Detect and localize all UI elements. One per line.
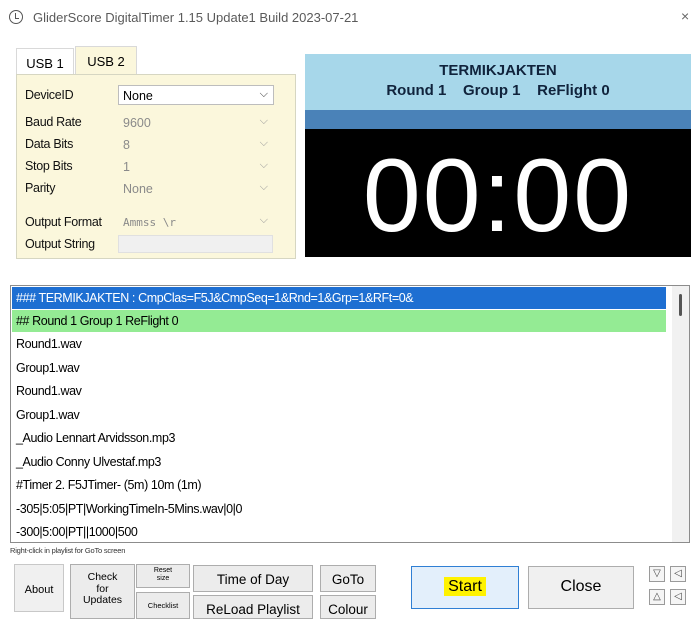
parity-value: None	[123, 182, 153, 196]
goto-button[interactable]: GoTo	[320, 565, 376, 592]
parity-label: Parity	[25, 181, 56, 195]
about-button[interactable]: About	[14, 564, 64, 612]
clock-icon	[9, 10, 23, 24]
output-format-select[interactable]: Ammss \r ⌵	[118, 211, 274, 231]
chevron-down-icon: ⌵	[259, 115, 268, 127]
playlist[interactable]: ### TERMIKJAKTEN : CmpClas=F5J&CmpSeq=1&…	[10, 285, 690, 543]
playlist-row[interactable]: _Audio Lennart Arvidsson.mp3	[12, 427, 666, 449]
device-id-label: DeviceID	[25, 88, 74, 102]
reset-size-button[interactable]: Reset size	[136, 564, 190, 588]
chevron-down-icon: ⌵	[259, 159, 268, 171]
display-band	[305, 110, 691, 129]
reload-playlist-button[interactable]: ReLoad Playlist	[193, 595, 313, 619]
playlist-row[interactable]: #Timer 2. F5JTimer- (5m) 10m (1m)	[12, 474, 666, 496]
start-button[interactable]: Start	[411, 566, 519, 609]
colour-button[interactable]: Colour	[320, 595, 376, 619]
playlist-row[interactable]: Group1.wav	[12, 404, 666, 426]
round-group-line: Round 1 Group 1 ReFlight 0	[386, 82, 610, 99]
title-bar: GliderScore DigitalTimer 1.15 Update1 Bu…	[0, 0, 694, 38]
playlist-row[interactable]: -305|5:05|PT|WorkingTimeIn-5Mins.wav|0|0	[12, 498, 666, 520]
check-updates-label-3: Updates	[82, 594, 123, 606]
playlist-scrollbar[interactable]	[672, 286, 689, 542]
device-id-value: None	[123, 89, 153, 103]
data-bits-label: Data Bits	[25, 137, 74, 151]
usb-settings-panel: DeviceID None ⌵ Baud Rate 9600 ⌵ Data Bi…	[16, 74, 296, 259]
time-of-day-button[interactable]: Time of Day	[193, 565, 313, 592]
check-updates-button[interactable]: Check for Updates	[70, 564, 135, 619]
playlist-row[interactable]: ### TERMIKJAKTEN : CmpClas=F5J&CmpSeq=1&…	[12, 287, 666, 309]
parity-select[interactable]: None ⌵	[118, 178, 274, 198]
device-id-select[interactable]: None ⌵	[118, 85, 274, 105]
baud-rate-label: Baud Rate	[25, 115, 82, 129]
playlist-row[interactable]: Group1.wav	[12, 357, 666, 379]
clock-time: 00:00	[362, 138, 634, 254]
triangle-left-icon[interactable]: ◁	[670, 589, 686, 605]
tab-usb-1[interactable]: USB 1	[16, 48, 74, 74]
baud-rate-select[interactable]: 9600 ⌵	[118, 112, 274, 132]
display-header: TERMIKJAKTEN Round 1 Group 1 ReFlight 0	[305, 54, 691, 110]
competition-name: TERMIKJAKTEN	[439, 62, 557, 79]
playlist-row[interactable]: Round1.wav	[12, 333, 666, 355]
output-string-field	[118, 235, 273, 253]
playlist-row[interactable]: _Audio Conny Ulvestaf.mp3	[12, 451, 666, 473]
stop-bits-value: 1	[123, 160, 130, 174]
checklist-button[interactable]: Checklist	[136, 592, 190, 619]
output-string-label: Output String	[25, 237, 95, 251]
data-bits-value: 8	[123, 138, 130, 152]
clock-display: 00:00	[305, 129, 691, 257]
start-label: Start	[444, 577, 486, 596]
triangle-down-icon[interactable]: ▽	[649, 566, 665, 582]
playlist-row[interactable]: Round1.wav	[12, 380, 666, 402]
baud-rate-value: 9600	[123, 116, 151, 130]
stop-bits-label: Stop Bits	[25, 159, 73, 173]
triangle-up-icon[interactable]: △	[649, 589, 665, 605]
window-close-button[interactable]: ×	[681, 8, 689, 24]
chevron-down-icon: ⌵	[259, 181, 268, 193]
reset-size-label-1: Reset	[153, 567, 173, 574]
check-updates-label-1: Check	[87, 571, 118, 583]
chevron-down-icon: ⌵	[259, 137, 268, 149]
tab-usb-2[interactable]: USB 2	[75, 46, 137, 74]
chevron-down-icon: ⌵	[259, 214, 268, 226]
scrollbar-thumb[interactable]	[679, 294, 682, 316]
playlist-hint: Right-click in playlist for GoTo screen	[10, 546, 126, 555]
triangle-left-icon[interactable]: ◁	[670, 566, 686, 582]
playlist-row[interactable]: ## Round 1 Group 1 ReFlight 0	[12, 310, 666, 332]
stop-bits-select[interactable]: 1 ⌵	[118, 156, 274, 176]
window-title: GliderScore DigitalTimer 1.15 Update1 Bu…	[33, 10, 359, 25]
data-bits-select[interactable]: 8 ⌵	[118, 134, 274, 154]
output-format-value: Ammss \r	[123, 216, 176, 229]
reset-size-label-2: size	[156, 575, 170, 582]
playlist-row[interactable]: -300|5:00|PT||1000|500	[12, 521, 666, 542]
close-button[interactable]: Close	[528, 566, 634, 609]
chevron-down-icon: ⌵	[259, 88, 268, 100]
output-format-label: Output Format	[25, 215, 102, 229]
